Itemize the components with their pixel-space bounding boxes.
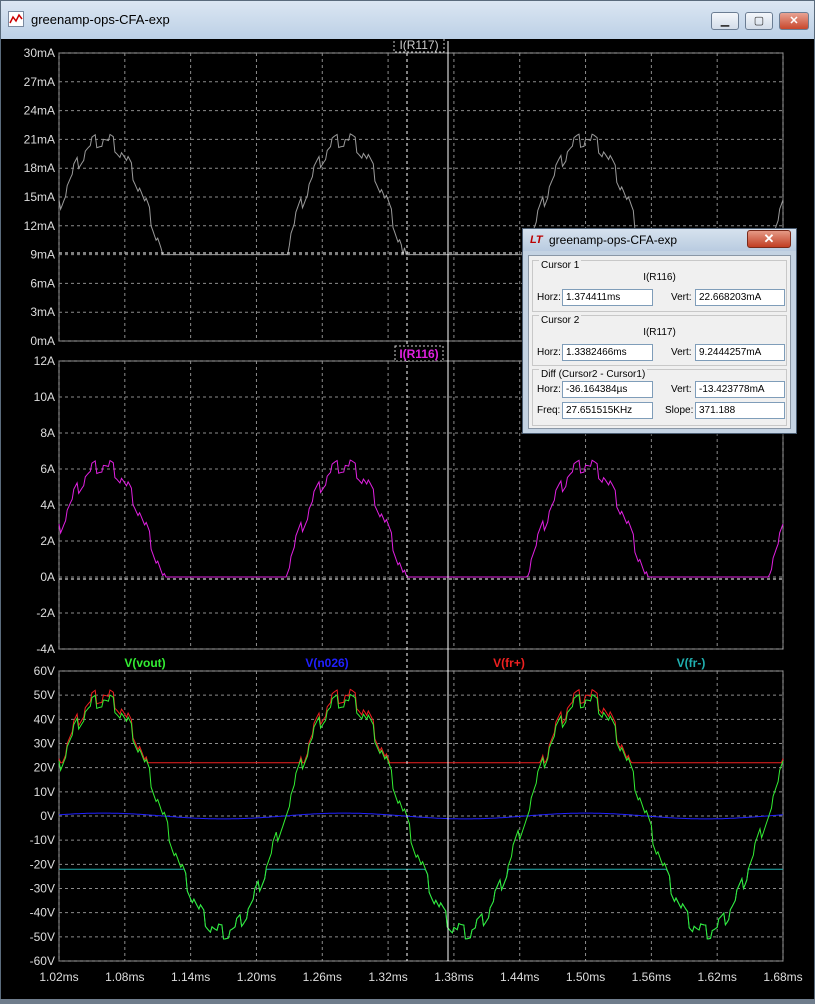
trace-label-fr-minus[interactable]: V(fr-) <box>677 656 706 670</box>
bot-y-tick-label: -20V <box>30 857 55 871</box>
window-title: greenamp-ops-CFA-exp <box>31 12 170 27</box>
bot-y-tick-label: -60V <box>30 954 55 968</box>
cursor-2-vert-label: Vert: <box>671 347 692 358</box>
mid-y-tick-label: 2A <box>40 534 55 548</box>
cursor-1-vert-field[interactable]: 22.668203mA <box>695 289 785 306</box>
diff-freq-label: Freq: <box>537 405 561 416</box>
close-button[interactable]: ✕ <box>779 12 809 30</box>
top-y-tick-label: 15mA <box>24 190 55 204</box>
maximize-button[interactable]: ▢ <box>745 12 773 30</box>
top-y-tick-label: 9mA <box>30 248 55 262</box>
x-tick-label: 1.02ms <box>39 970 78 984</box>
minimize-button[interactable]: ▁ <box>711 12 739 30</box>
diff-label: Diff (Cursor2 - Cursor1) <box>539 369 648 380</box>
bot-y-tick-label: 40V <box>34 712 55 726</box>
trace-label-r117-text: I(R117) <box>399 39 438 52</box>
waveform-app-icon <box>8 11 24 27</box>
top-y-tick-label: 12mA <box>24 219 55 233</box>
top-y-tick-label: 6mA <box>30 276 55 290</box>
trace-label-n026[interactable]: V(n026) <box>305 656 348 670</box>
cursor-dialog-title: greenamp-ops-CFA-exp <box>549 233 678 247</box>
x-tick-label: 1.62ms <box>698 970 737 984</box>
mid-y-tick-label: 0A <box>40 570 55 584</box>
mid-y-tick-label: 10A <box>34 390 55 404</box>
ltspice-icon: LT <box>530 234 543 246</box>
mid-y-tick-label: 4A <box>40 498 55 512</box>
cursor-2-horz-label: Horz: <box>537 347 561 358</box>
bot-y-tick-label: -30V <box>30 882 55 896</box>
trace-label-fr-plus[interactable]: V(fr+) <box>493 656 525 670</box>
diff-vert-field[interactable]: -13.423778mA <box>695 381 785 398</box>
trace-label-r116[interactable]: I(R116) <box>394 345 444 362</box>
cursor-dialog-body: Cursor 1 I(R116) Horz: 1.374411ms Vert: … <box>528 255 791 429</box>
diff-freq-field[interactable]: 27.651515KHz <box>562 402 653 419</box>
cursor-dialog-close-button[interactable]: ✕ <box>747 230 791 248</box>
top-y-tick-label: 21mA <box>24 132 55 146</box>
bot-y-tick-label: 20V <box>34 761 55 775</box>
x-tick-label: 1.68ms <box>763 970 802 984</box>
bot-y-tick-label: 50V <box>34 688 55 702</box>
mid-y-tick-label: 12A <box>34 354 55 368</box>
cursor-2-horz-field[interactable]: 1.3382466ms <box>562 344 653 361</box>
cursor-2-trace: I(R117) <box>643 327 676 338</box>
cursor-2-group: Cursor 2 I(R117) Horz: 1.3382466ms Vert:… <box>532 315 787 366</box>
x-tick-label: 1.26ms <box>303 970 342 984</box>
x-tick-label: 1.56ms <box>632 970 671 984</box>
diff-vert-label: Vert: <box>671 384 692 395</box>
x-tick-label: 1.44ms <box>500 970 539 984</box>
application-window: greenamp-ops-CFA-exp ▁ ▢ ✕ 30mA 27mA 24mA 2… <box>0 0 815 999</box>
top-y-tick-label: 30mA <box>24 46 55 60</box>
top-y-tick-label: 18mA <box>24 161 55 175</box>
mid-y-tick-label: 8A <box>40 426 55 440</box>
cursor-1-horz-label: Horz: <box>537 292 561 303</box>
x-tick-label: 1.50ms <box>566 970 605 984</box>
bot-y-tick-label: 60V <box>34 664 55 678</box>
trace-label-vout[interactable]: V(vout) <box>124 656 165 670</box>
top-y-tick-label: 24mA <box>24 104 55 118</box>
diff-horz-field[interactable]: -36.164384µs <box>562 381 653 398</box>
plot-area[interactable]: 30mA 27mA 24mA 21mA 18mA 15mA 12mA 9mA 6mA 3mA 0mA… <box>1 36 814 999</box>
title-bar[interactable]: greenamp-ops-CFA-exp ▁ ▢ ✕ <box>1 1 814 39</box>
bot-y-tick-label: -10V <box>30 833 55 847</box>
trace-label-r116-text: I(R116) <box>399 347 438 361</box>
top-y-tick-label: 27mA <box>24 75 55 89</box>
cursor-1-trace: I(R116) <box>643 272 676 283</box>
bot-y-tick-label: -50V <box>30 930 55 944</box>
cursor-dialog[interactable]: LT greenamp-ops-CFA-exp ✕ Cursor 1 I(R11… <box>522 228 797 434</box>
waveform-plot[interactable]: 30mA 27mA 24mA 21mA 18mA 15mA 12mA 9mA 6mA 3mA 0mA… <box>1 36 814 999</box>
plot-background <box>1 39 814 999</box>
bot-y-tick-label: -40V <box>30 906 55 920</box>
diff-horz-label: Horz: <box>537 384 561 395</box>
x-tick-label: 1.32ms <box>368 970 407 984</box>
mid-y-tick-label: -4A <box>36 642 55 656</box>
x-tick-label: 1.38ms <box>434 970 473 984</box>
bot-y-tick-label: 10V <box>34 785 55 799</box>
bot-y-tick-label: 0V <box>40 809 55 823</box>
x-tick-label: 1.08ms <box>105 970 144 984</box>
bot-y-tick-label: 30V <box>34 737 55 751</box>
mid-y-tick-label: 6A <box>40 462 55 476</box>
diff-group: Diff (Cursor2 - Cursor1) Horz: -36.16438… <box>532 369 787 426</box>
cursor-1-vert-label: Vert: <box>671 292 692 303</box>
top-y-tick-label: 3mA <box>30 305 55 319</box>
diff-slope-label: Slope: <box>665 405 694 416</box>
cursor-1-group: Cursor 1 I(R116) Horz: 1.374411ms Vert: … <box>532 260 787 312</box>
x-tick-label: 1.20ms <box>237 970 276 984</box>
cursor-dialog-titlebar[interactable]: LT greenamp-ops-CFA-exp ✕ <box>523 229 796 251</box>
diff-slope-field[interactable]: 371.188 <box>695 402 785 419</box>
cursor-1-label: Cursor 1 <box>539 260 582 271</box>
cursor-2-vert-field[interactable]: 9.2444257mA <box>695 344 785 361</box>
cursor-2-label: Cursor 2 <box>539 315 582 326</box>
cursor-1-horz-field[interactable]: 1.374411ms <box>562 289 653 306</box>
trace-label-r117[interactable]: I(R117) <box>393 36 445 53</box>
top-y-tick-label: 0mA <box>30 334 55 348</box>
mid-y-tick-label: -2A <box>36 606 55 620</box>
x-tick-label: 1.14ms <box>171 970 210 984</box>
